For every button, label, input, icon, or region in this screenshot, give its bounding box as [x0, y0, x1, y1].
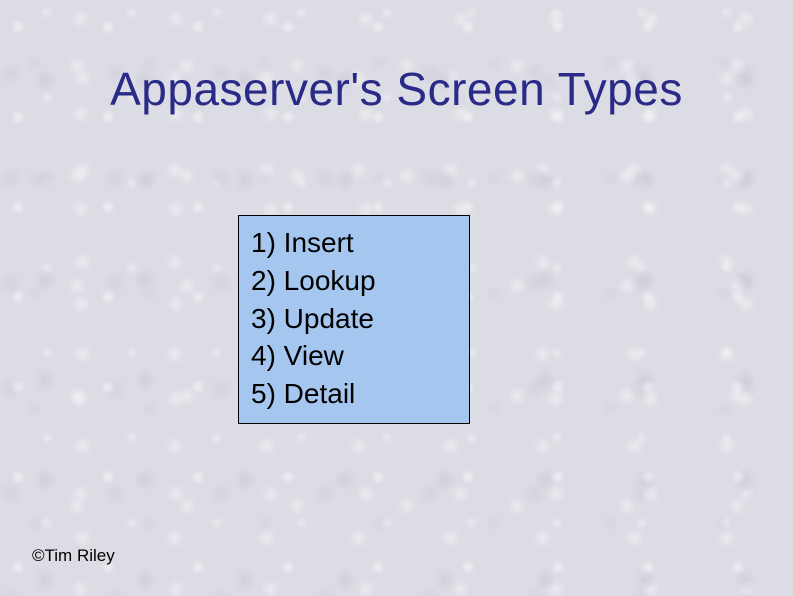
list-item: 1) Insert	[251, 224, 457, 262]
list-item: 3) Update	[251, 300, 457, 338]
list-item: 4) View	[251, 337, 457, 375]
copyright-text: ©Tim Riley	[32, 546, 115, 566]
list-item: 2) Lookup	[251, 262, 457, 300]
screen-types-box: 1) Insert 2) Lookup 3) Update 4) View 5)…	[238, 215, 470, 424]
slide-title: Appaserver's Screen Types	[0, 62, 793, 116]
list-item: 5) Detail	[251, 375, 457, 413]
slide: Appaserver's Screen Types 1) Insert 2) L…	[0, 0, 793, 596]
